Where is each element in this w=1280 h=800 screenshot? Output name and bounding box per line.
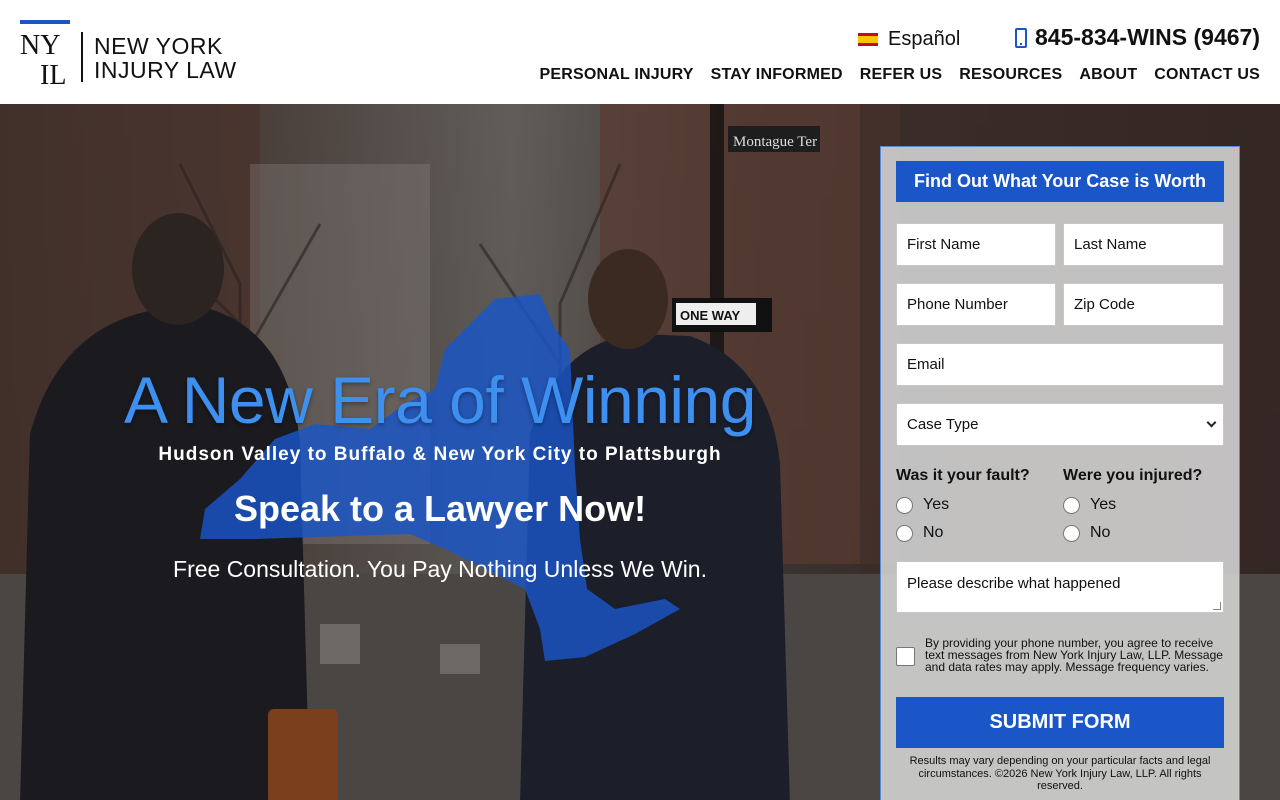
- svg-text:IL: IL: [40, 60, 66, 86]
- injured-yes-radio[interactable]: Yes: [1063, 496, 1116, 514]
- chevron-down-icon: [1206, 417, 1217, 428]
- sms-consent-checkbox[interactable]: [896, 647, 915, 666]
- hero-section: Montague Ter ONE WAY A New Era of Winnin…: [0, 104, 1280, 800]
- nav-about[interactable]: ABOUT: [1079, 66, 1137, 84]
- fault-yes-radio[interactable]: Yes: [896, 496, 949, 514]
- resize-handle-icon[interactable]: [1213, 602, 1221, 610]
- site-logo[interactable]: NY IL NEW YORK INJURY LAW: [20, 20, 240, 86]
- case-evaluation-form: Find Out What Your Case is Worth First N…: [880, 146, 1240, 800]
- phone-link[interactable]: 845-834-WINS (9467): [1015, 24, 1260, 51]
- injured-no-label: No: [1090, 524, 1111, 541]
- svg-text:Montague Ter: Montague Ter: [733, 134, 817, 150]
- svg-text:NY: NY: [20, 30, 60, 61]
- fault-no-label: No: [923, 524, 944, 541]
- nav-stay-informed[interactable]: STAY INFORMED: [711, 66, 843, 84]
- site-header: NY IL NEW YORK INJURY LAW Español 845-83…: [0, 0, 1280, 104]
- first-name-field[interactable]: First Name: [896, 223, 1056, 266]
- phone-placeholder: Phone Number: [907, 296, 1008, 313]
- fault-question: Was it your fault?: [896, 467, 1030, 484]
- sms-consent-text: By providing your phone number, you agre…: [925, 636, 1223, 674]
- spain-flag-icon: [858, 32, 878, 46]
- nav-contact-us[interactable]: CONTACT US: [1154, 66, 1260, 84]
- hero-region: Hudson Valley to Buffalo & New York City…: [158, 444, 722, 465]
- description-placeholder: Please describe what happened: [907, 575, 1121, 592]
- phone-number-field[interactable]: Phone Number: [896, 283, 1056, 326]
- case-type-select[interactable]: Case Type: [896, 403, 1224, 446]
- fault-no-radio[interactable]: No: [896, 524, 943, 542]
- form-title: Find Out What Your Case is Worth: [896, 161, 1224, 202]
- description-textarea[interactable]: Please describe what happened: [896, 561, 1224, 613]
- logo-line1: NEW YORK: [94, 33, 223, 59]
- nav-refer-us[interactable]: REFER US: [860, 66, 943, 84]
- zip-code-field[interactable]: Zip Code: [1063, 283, 1224, 326]
- legal-disclaimer: Results may vary depending on your parti…: [909, 755, 1211, 792]
- radio-icon: [896, 524, 913, 542]
- fault-yes-label: Yes: [923, 496, 950, 513]
- submit-form-button[interactable]: SUBMIT FORM: [896, 697, 1224, 748]
- new-york-state-map-icon: [200, 294, 680, 661]
- svg-text:ONE WAY: ONE WAY: [680, 308, 741, 323]
- email-field[interactable]: Email: [896, 343, 1224, 386]
- injured-question: Were you injured?: [1063, 467, 1203, 484]
- nyil-monogram-icon: NY IL: [20, 30, 66, 86]
- last-name-placeholder: Last Name: [1074, 236, 1147, 253]
- logo-line2: INJURY LAW: [94, 57, 237, 83]
- phone-number: 845-834-WINS (9467): [1035, 24, 1260, 50]
- radio-icon: [1063, 496, 1080, 514]
- case-type-selected: Case Type: [907, 416, 979, 433]
- first-name-placeholder: First Name: [907, 236, 981, 253]
- radio-icon: [1063, 524, 1080, 542]
- nav-resources[interactable]: RESOURCES: [959, 66, 1062, 84]
- last-name-field[interactable]: Last Name: [1063, 223, 1224, 266]
- injured-no-radio[interactable]: No: [1063, 524, 1110, 542]
- mobile-phone-icon: [1015, 27, 1027, 48]
- hero-tagline: Free Consultation. You Pay Nothing Unles…: [173, 556, 707, 582]
- logo-wordmark: NEW YORK INJURY LAW: [94, 34, 237, 82]
- logo-accent-bar: [20, 20, 70, 24]
- hero-headline: A New Era of Winning: [124, 363, 756, 437]
- nav-personal-injury[interactable]: PERSONAL INJURY: [540, 66, 694, 84]
- email-placeholder: Email: [907, 356, 945, 373]
- radio-icon: [896, 496, 913, 514]
- main-nav: PERSONAL INJURY STAY INFORMED REFER US R…: [540, 66, 1261, 84]
- language-switch-link[interactable]: Español: [858, 27, 960, 51]
- language-label: Español: [888, 27, 961, 50]
- zip-placeholder: Zip Code: [1074, 296, 1135, 313]
- hero-cta-text: Speak to a Lawyer Now!: [233, 488, 647, 529]
- injured-yes-label: Yes: [1090, 496, 1117, 513]
- logo-divider: [81, 32, 83, 82]
